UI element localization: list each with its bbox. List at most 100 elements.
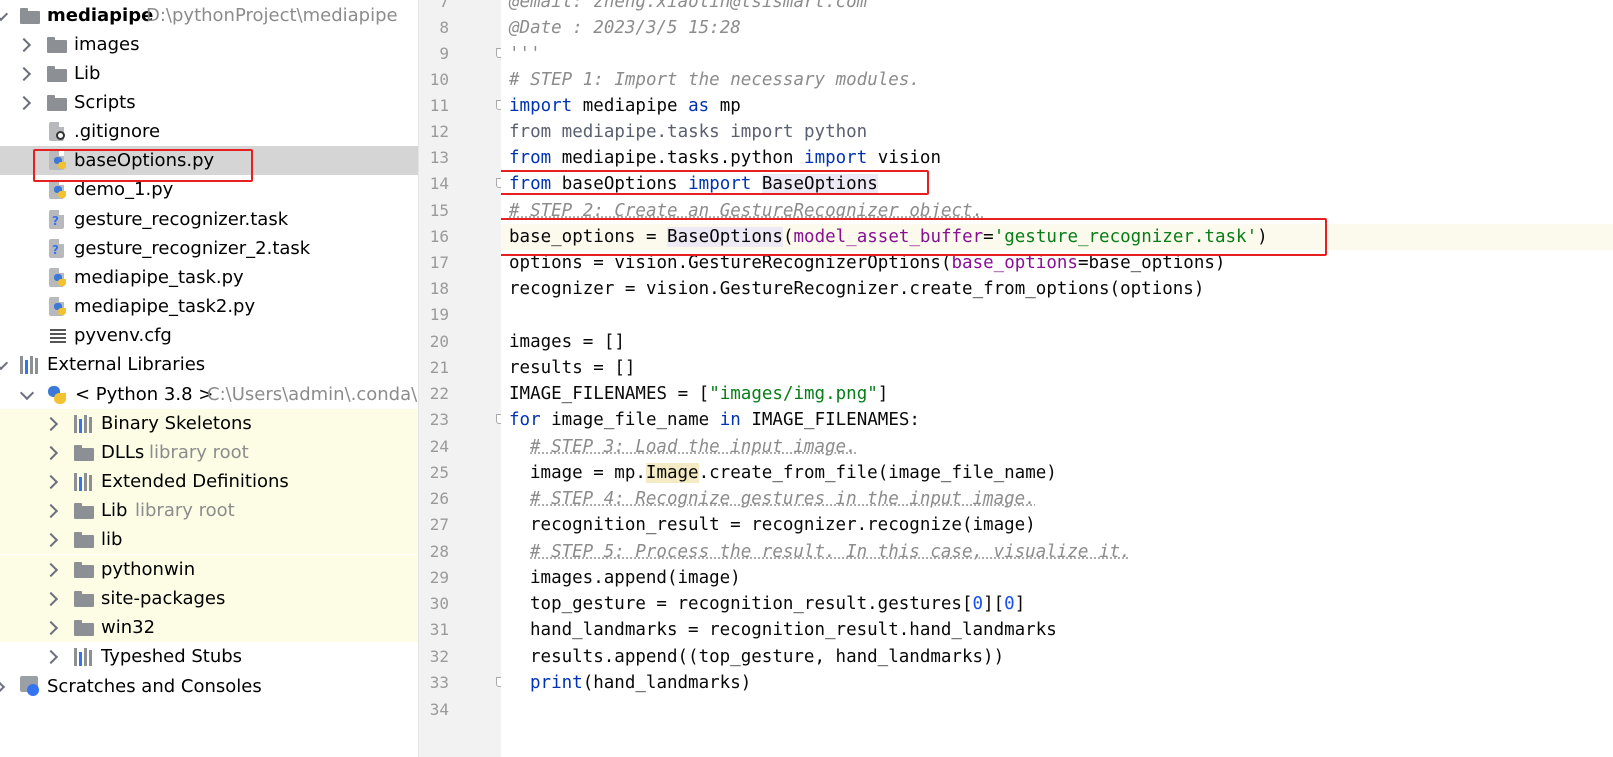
chevron-right-icon[interactable] (18, 38, 32, 52)
chevron-right-icon[interactable] (18, 67, 32, 81)
tree-item-binary-skeletons[interactable]: Binary Skeletons (0, 409, 418, 438)
tree-item-label: win32 (101, 617, 156, 638)
library-icon (74, 648, 94, 666)
folder-icon (74, 620, 94, 636)
tree-item-label: pyvenv.cfg (74, 325, 172, 346)
tree-item-label: Extended Definitions (101, 471, 289, 492)
tree-item-mediapipe-task2-py[interactable]: mediapipe_task2.py (0, 292, 418, 321)
python-file-icon (49, 297, 66, 316)
folder-icon (74, 562, 94, 578)
chevron-right-icon[interactable] (45, 650, 59, 664)
tree-item-label: mediapipe_task2.py (74, 296, 256, 317)
tree-root-mediapipe[interactable]: mediapipe D:\pythonProject\mediapipe (0, 1, 418, 30)
line-number: 25 (429, 463, 449, 482)
chevron-down-icon[interactable] (20, 388, 34, 402)
root-folder-path: D:\pythonProject\mediapipe (146, 5, 398, 26)
chevron-right-icon[interactable] (0, 680, 6, 694)
tree-item-label: Binary Skeletons (101, 413, 252, 434)
tree-item-scratches-consoles[interactable]: Scratches and Consoles (0, 672, 418, 701)
tree-item-site-packages[interactable]: site-packages (0, 584, 418, 613)
line-number: 7 (439, 0, 449, 11)
tree-item-gitignore[interactable]: .gitignore (0, 117, 418, 146)
tree-item-images[interactable]: images (0, 30, 418, 59)
code-line-27: recognition_result = recognizer.recogniz… (530, 515, 1036, 535)
chevron-right-icon[interactable] (45, 533, 59, 547)
tree-item-label: gesture_recognizer.task (74, 209, 289, 230)
tree-item-pythonwin[interactable]: pythonwin (0, 555, 418, 584)
python-logo-icon (47, 385, 67, 405)
chevron-right-icon[interactable] (45, 621, 59, 635)
chevron-right-icon[interactable] (45, 417, 59, 431)
line-number: 14 (429, 174, 449, 193)
code-line-9: ''' (509, 44, 541, 64)
code-line-30: top_gesture = recognition_result.gesture… (530, 594, 1026, 614)
tree-item-gesture-recognizer-task[interactable]: ? gesture_recognizer.task (0, 205, 418, 234)
line-number: 24 (429, 437, 449, 456)
line-number: 8 (439, 18, 449, 37)
chevron-down-icon[interactable] (0, 9, 8, 23)
tree-item-label: site-packages (101, 588, 226, 609)
code-line-12: from mediapipe.tasks import python (509, 122, 868, 142)
code-line-18: recognizer = vision.GestureRecognizer.cr… (509, 279, 1205, 299)
annotation-box-baseoptions-file (33, 149, 253, 182)
line-number: 33 (429, 673, 449, 692)
line-number: 27 (429, 515, 449, 534)
tree-item-python-sdk[interactable]: < Python 3.8 > C:\Users\admin\.conda\en (0, 380, 418, 409)
chevron-right-icon[interactable] (18, 96, 32, 110)
tree-item-label: External Libraries (47, 354, 206, 375)
tree-item-mediapipe-task-py[interactable]: mediapipe_task.py (0, 263, 418, 292)
tree-item-dlls[interactable]: DLLs library root (0, 438, 418, 467)
chevron-right-icon[interactable] (45, 563, 59, 577)
line-number: 20 (429, 332, 449, 351)
line-number: 21 (429, 358, 449, 377)
line-number: 11 (429, 96, 449, 115)
tree-item-external-libraries[interactable]: External Libraries (0, 350, 418, 379)
tree-item-lib[interactable]: Lib (0, 59, 418, 88)
tree-item-typeshed-stubs[interactable]: Typeshed Stubs (0, 642, 418, 671)
tree-item-label: Scratches and Consoles (47, 676, 262, 697)
tree-item-extended-definitions[interactable]: Extended Definitions (0, 467, 418, 496)
line-number: 16 (429, 227, 449, 246)
line-number: 18 (429, 279, 449, 298)
tree-item-pyvenv-cfg[interactable]: pyvenv.cfg (0, 321, 418, 350)
tree-item-win32[interactable]: win32 (0, 613, 418, 642)
line-number: 26 (429, 489, 449, 508)
folder-icon (47, 66, 67, 82)
code-line-28: # STEP 5: Process the result. In this ca… (530, 542, 1131, 562)
editor-gutter: 7 8 9 10 11 12 13 14 15 16 17 18 19 20 2… (418, 0, 504, 757)
line-number: 10 (429, 70, 449, 89)
scratches-icon (20, 676, 40, 696)
annotation-box-base-options-line (501, 218, 1327, 256)
tree-item-label: Lib (74, 63, 101, 84)
chevron-right-icon[interactable] (45, 592, 59, 606)
chevron-right-icon[interactable] (45, 504, 59, 518)
line-number: 34 (429, 700, 449, 719)
line-number: 13 (429, 148, 449, 167)
code-line-8: @Date : 2023/3/5 15:28 (509, 18, 741, 38)
code-line-20: images = [] (509, 332, 625, 352)
tree-item-gesture-recognizer-2-task[interactable]: ? gesture_recognizer_2.task (0, 234, 418, 263)
tree-item-scripts[interactable]: Scripts (0, 88, 418, 117)
code-line-22: IMAGE_FILENAMES = ["images/img.png"] (509, 384, 889, 404)
annotation-box-import-line (501, 170, 929, 195)
tree-item-lib-root[interactable]: Lib library root (0, 496, 418, 525)
tree-item-label: DLLs (101, 442, 145, 463)
line-number: 28 (429, 542, 449, 561)
chevron-down-icon[interactable] (0, 358, 8, 372)
folder-icon (20, 8, 40, 24)
tree-item-label: pythonwin (101, 559, 196, 580)
root-folder-name: mediapipe (47, 5, 154, 26)
line-number: 17 (429, 253, 449, 272)
tree-item-lib-lower[interactable]: lib (0, 525, 418, 554)
tree-item-label: images (74, 34, 140, 55)
code-line-29: images.append(image) (530, 568, 741, 588)
library-root-hint: library root (135, 500, 235, 521)
code-editor[interactable]: @email: zheng.xiaolin@tsismart.com @Date… (501, 0, 1613, 757)
library-icon (74, 415, 94, 433)
line-number: 22 (429, 384, 449, 403)
chevron-right-icon[interactable] (45, 475, 59, 489)
tree-item-label: demo_1.py (74, 179, 174, 200)
chevron-right-icon[interactable] (45, 446, 59, 460)
line-number: 23 (429, 410, 449, 429)
tree-item-label: mediapipe_task.py (74, 267, 244, 288)
